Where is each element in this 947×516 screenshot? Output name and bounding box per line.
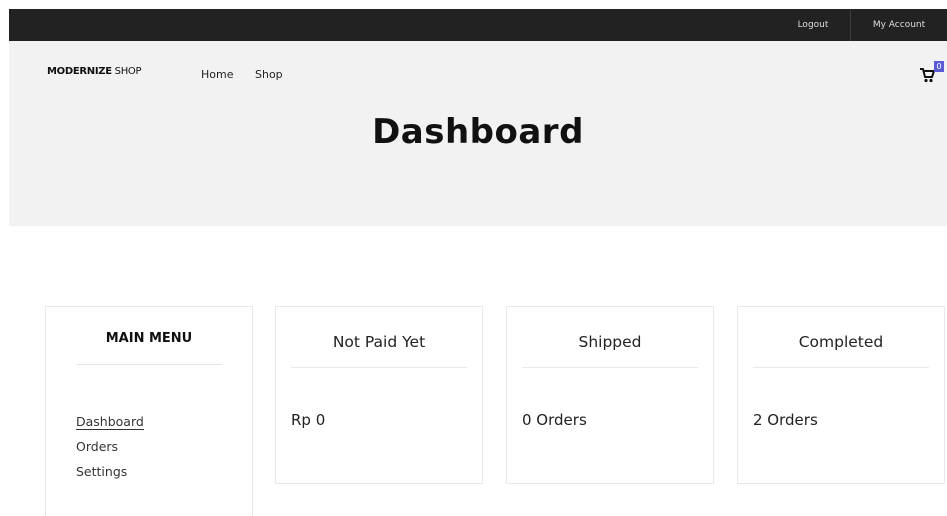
logout-link[interactable]: Logout xyxy=(777,9,849,41)
stat-value: 0 Orders xyxy=(522,411,587,429)
cart-button[interactable]: 0 xyxy=(919,61,944,85)
stat-title: Shipped xyxy=(522,333,698,368)
nav-home[interactable]: Home xyxy=(201,68,233,81)
header-banner: MODERNIZE SHOP Home Shop 0 Dashboard xyxy=(9,41,947,226)
logo-text: SHOP xyxy=(111,66,142,77)
main-menu-list: Dashboard Orders Settings xyxy=(76,409,144,484)
site-logo[interactable]: MODERNIZE SHOP xyxy=(47,66,142,77)
nav-shop[interactable]: Shop xyxy=(255,68,283,81)
stat-card-completed: Completed 2 Orders xyxy=(737,306,945,484)
cart-count-badge: 0 xyxy=(934,61,944,72)
stat-card-shipped: Shipped 0 Orders xyxy=(506,306,714,484)
menu-item-label: Dashboard xyxy=(76,414,144,430)
logo-bold-text: MODERNIZE xyxy=(47,66,112,77)
stat-title: Not Paid Yet xyxy=(291,333,467,368)
page-title: Dashboard xyxy=(372,112,584,152)
menu-item-dashboard[interactable]: Dashboard xyxy=(76,409,144,434)
main-menu-title: MAIN MENU xyxy=(76,331,222,365)
my-account-link[interactable]: My Account xyxy=(851,9,947,41)
menu-item-orders[interactable]: Orders xyxy=(76,434,144,459)
menu-item-settings[interactable]: Settings xyxy=(76,459,144,484)
stat-value: 2 Orders xyxy=(753,411,818,429)
menu-item-label: Settings xyxy=(76,464,128,479)
stat-card-not-paid: Not Paid Yet Rp 0 xyxy=(275,306,483,484)
cart-icon xyxy=(920,68,935,83)
menu-item-label: Orders xyxy=(76,439,119,454)
main-menu-panel: MAIN MENU Dashboard Orders Settings xyxy=(45,306,253,516)
stat-title: Completed xyxy=(753,333,929,368)
top-bar: Logout My Account xyxy=(9,9,947,41)
stat-value: Rp 0 xyxy=(291,411,326,429)
